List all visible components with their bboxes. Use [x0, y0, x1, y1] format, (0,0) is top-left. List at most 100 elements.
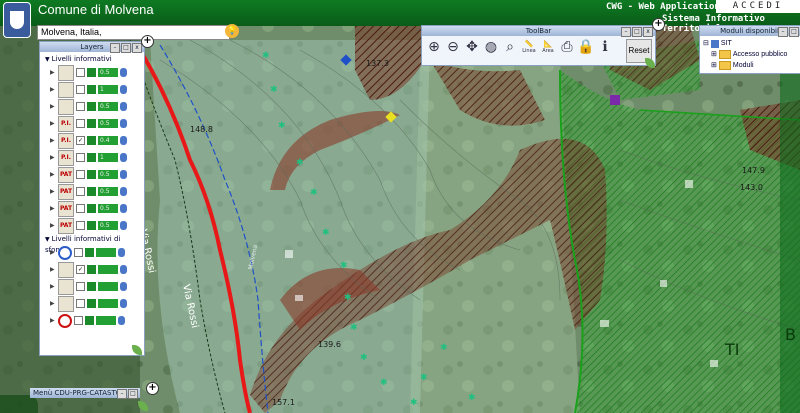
- layer-visibility-checkbox[interactable]: [76, 153, 85, 162]
- layer-visibility-checkbox[interactable]: [76, 102, 85, 111]
- layer-visibility-checkbox[interactable]: ✓: [76, 136, 85, 145]
- layer-row[interactable]: ▶: [42, 312, 144, 329]
- zoom-box-icon[interactable]: ⌕: [501, 38, 519, 56]
- layer-group-header[interactable]: ▼ Livelli informativi di sfondo: [42, 234, 144, 254]
- login-button[interactable]: ACCEDI: [716, 0, 800, 13]
- opacity-value[interactable]: 1: [98, 85, 118, 94]
- layer-group-header[interactable]: ▼ Livelli informativi: [42, 54, 144, 64]
- layer-row[interactable]: ▶ P.I. 0.5: [42, 115, 144, 132]
- layer-settings-icon[interactable]: [120, 221, 127, 230]
- layer-row[interactable]: ▶ 0.5: [42, 98, 144, 115]
- expand-arrow-icon[interactable]: ▶: [50, 120, 56, 127]
- layer-row[interactable]: ▶ 1: [42, 81, 144, 98]
- expand-arrow-icon[interactable]: ▶: [50, 188, 56, 195]
- layer-row[interactable]: ▶ 0.5: [42, 64, 144, 81]
- layer-row[interactable]: ▶ PAT 0.5: [42, 200, 144, 217]
- tree-item[interactable]: ⊞ Moduli: [703, 60, 798, 71]
- minimize-icon[interactable]: –: [117, 389, 127, 399]
- maximize-icon[interactable]: □: [632, 27, 642, 37]
- layer-visibility-checkbox[interactable]: [76, 187, 85, 196]
- layer-settings-icon[interactable]: [120, 102, 127, 111]
- expand-arrow-icon[interactable]: ▶: [50, 222, 56, 229]
- layer-visibility-checkbox[interactable]: [76, 85, 85, 94]
- layer-settings-icon[interactable]: [120, 187, 127, 196]
- layer-settings-icon[interactable]: [120, 68, 127, 77]
- layer-visibility-checkbox[interactable]: [76, 170, 85, 179]
- expand-arrow-icon[interactable]: ▶: [50, 171, 56, 178]
- layer-row[interactable]: ▶ PAT 0.5: [42, 183, 144, 200]
- layer-visibility-checkbox[interactable]: [76, 282, 85, 291]
- maximize-icon[interactable]: □: [128, 389, 138, 399]
- layer-settings-icon[interactable]: [120, 136, 127, 145]
- expand-arrow-icon[interactable]: ▶: [50, 86, 56, 93]
- close-icon[interactable]: x: [643, 27, 653, 37]
- zoom-in-icon[interactable]: ⊕: [425, 38, 443, 56]
- opacity-value[interactable]: 0.4: [98, 136, 118, 145]
- layer-row[interactable]: ▶: [42, 278, 144, 295]
- opacity-value[interactable]: 0.5: [98, 187, 118, 196]
- layer-visibility-checkbox[interactable]: [76, 221, 85, 230]
- layer-row[interactable]: ▶ ✓: [42, 261, 144, 278]
- opacity-value[interactable]: 0.5: [98, 221, 118, 230]
- lock-icon[interactable]: 🔒: [577, 38, 595, 56]
- close-icon[interactable]: x: [132, 43, 142, 53]
- expand-arrow-icon[interactable]: ▶: [50, 283, 56, 290]
- expand-arrow-icon[interactable]: ▶: [50, 69, 56, 76]
- layer-visibility-checkbox[interactable]: ✓: [76, 265, 85, 274]
- expand-arrow-icon[interactable]: ▶: [50, 205, 56, 212]
- expand-arrow-icon[interactable]: ▶: [50, 266, 56, 273]
- opacity-slider[interactable]: [96, 248, 116, 257]
- layer-row[interactable]: ▶ P.I. ✓ 0.4: [42, 132, 144, 149]
- info-icon[interactable]: ℹ: [596, 38, 614, 56]
- layer-settings-icon[interactable]: [120, 282, 127, 291]
- layer-visibility-checkbox[interactable]: [76, 68, 85, 77]
- layer-settings-icon[interactable]: [118, 248, 125, 257]
- tree-root[interactable]: ⊟ SIT: [703, 38, 798, 49]
- expand-arrow-icon[interactable]: ▶: [50, 249, 56, 256]
- layer-visibility-checkbox[interactable]: [76, 204, 85, 213]
- layer-visibility-checkbox[interactable]: [74, 316, 83, 325]
- opacity-slider[interactable]: [98, 265, 118, 274]
- plus-icon[interactable]: +: [146, 382, 159, 395]
- minimize-icon[interactable]: –: [621, 27, 631, 37]
- measure-area-icon[interactable]: 📐 Area: [539, 38, 557, 56]
- minimize-icon[interactable]: –: [110, 43, 120, 53]
- layer-row[interactable]: ▶ PAT 0.5: [42, 166, 144, 183]
- menu-title-bar[interactable]: Menù CDU-PRG-CATASTO – □: [30, 388, 140, 399]
- layer-visibility-checkbox[interactable]: [74, 248, 83, 257]
- expand-arrow-icon[interactable]: ▶: [50, 137, 56, 144]
- layer-row[interactable]: ▶: [42, 295, 144, 312]
- layer-settings-icon[interactable]: [120, 85, 127, 94]
- tree-item[interactable]: ⊞ Accesso pubblico: [703, 49, 798, 60]
- lightbulb-icon[interactable]: 💡: [225, 24, 239, 38]
- layers-title-bar[interactable]: Layers – □ x: [40, 42, 144, 53]
- layer-settings-icon[interactable]: [120, 119, 127, 128]
- layer-visibility-checkbox[interactable]: [76, 119, 85, 128]
- moduli-title-bar[interactable]: Moduli disponibili – □: [700, 26, 800, 37]
- pan-icon[interactable]: ✥: [463, 38, 481, 56]
- layer-row[interactable]: ▶ PAT 0.5: [42, 217, 144, 234]
- layer-settings-icon[interactable]: [120, 265, 127, 274]
- toolbar-title-bar[interactable]: ToolBar – □ x: [422, 26, 655, 37]
- plus-icon[interactable]: +: [652, 18, 665, 31]
- opacity-value[interactable]: 0.5: [98, 102, 118, 111]
- layer-settings-icon[interactable]: [118, 316, 125, 325]
- opacity-value[interactable]: 0.5: [98, 68, 118, 77]
- maximize-icon[interactable]: □: [121, 43, 131, 53]
- layer-settings-icon[interactable]: [120, 204, 127, 213]
- layer-settings-icon[interactable]: [120, 170, 127, 179]
- expand-arrow-icon[interactable]: ▶: [50, 154, 56, 161]
- expand-arrow-icon[interactable]: ▶: [50, 300, 56, 307]
- expand-arrow-icon[interactable]: ▶: [50, 103, 56, 110]
- opacity-slider[interactable]: [96, 316, 116, 325]
- print-icon[interactable]: ⎙: [558, 38, 576, 56]
- opacity-slider[interactable]: [98, 282, 118, 291]
- opacity-value[interactable]: 1: [98, 153, 118, 162]
- layer-visibility-checkbox[interactable]: [76, 299, 85, 308]
- maximize-icon[interactable]: □: [789, 27, 799, 37]
- opacity-value[interactable]: 0.5: [98, 204, 118, 213]
- layer-settings-icon[interactable]: [120, 299, 127, 308]
- opacity-value[interactable]: 0.5: [98, 170, 118, 179]
- zoom-out-icon[interactable]: ⊖: [444, 38, 462, 56]
- expand-arrow-icon[interactable]: ▶: [50, 317, 56, 324]
